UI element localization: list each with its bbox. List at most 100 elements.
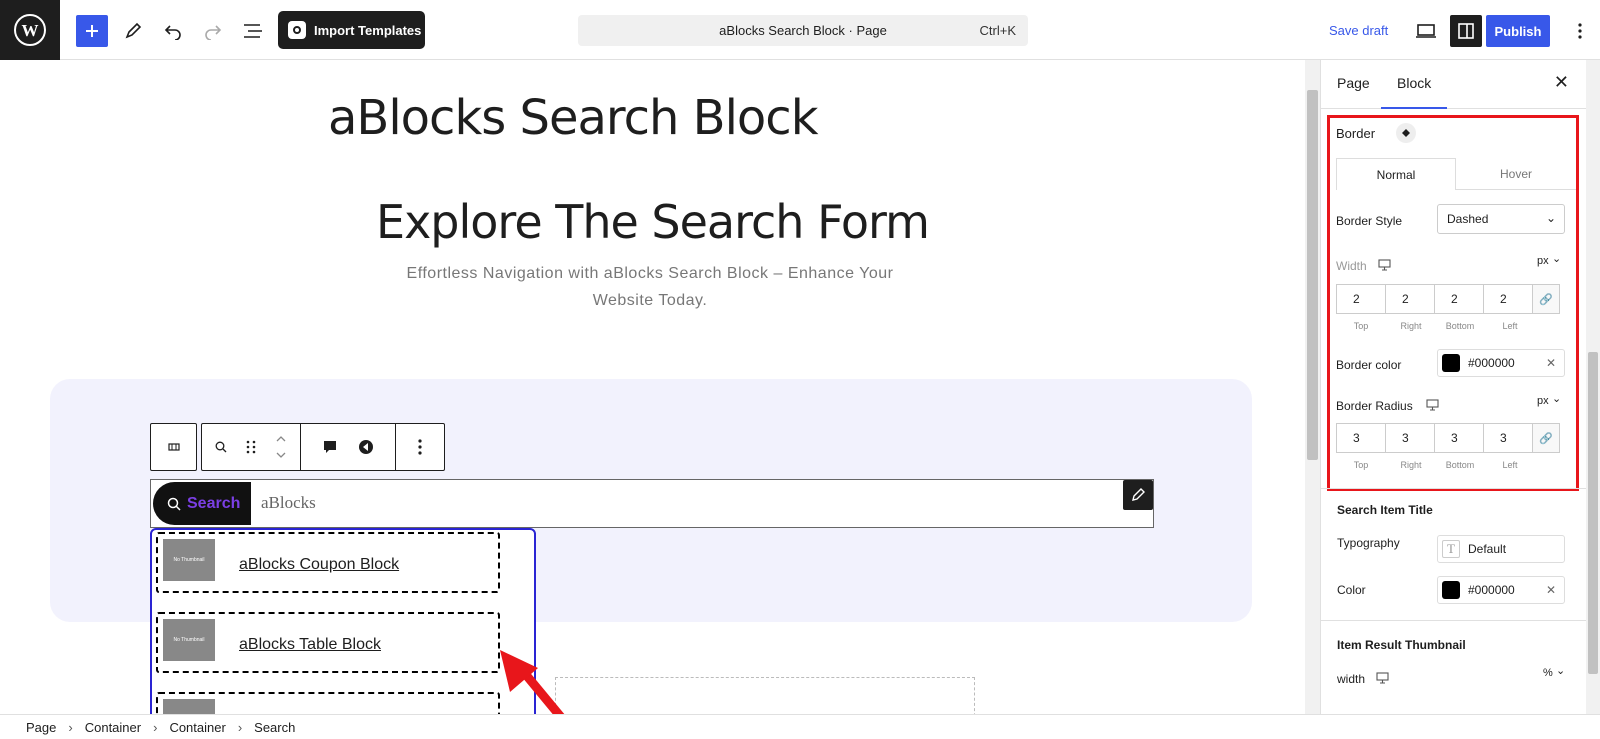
- command-palette-bar[interactable]: aBlocks Search Block · Page Ctrl+K: [578, 15, 1028, 46]
- clear-color-icon[interactable]: ✕: [1546, 583, 1556, 597]
- thumbnail-unit-select[interactable]: %: [1543, 667, 1553, 679]
- link-sides-icon[interactable]: 🔗: [1532, 423, 1560, 453]
- empty-block-placeholder[interactable]: [555, 677, 975, 714]
- search-results-dropdown: No Thumbnail aBlocks Coupon Block No Thu…: [150, 528, 536, 714]
- side-label-top: Top: [1353, 460, 1369, 470]
- color-swatch[interactable]: [1442, 581, 1460, 599]
- undo-icon[interactable]: [157, 15, 189, 47]
- parent-block-selector[interactable]: [150, 423, 197, 471]
- document-overview-icon[interactable]: [237, 15, 269, 47]
- redo-icon[interactable]: [197, 15, 229, 47]
- border-radius-left[interactable]: 3: [1483, 423, 1533, 453]
- search-input[interactable]: aBlocks: [261, 493, 316, 513]
- border-style-label: Border Style: [1336, 214, 1403, 228]
- search-block[interactable]: Search aBlocks: [150, 479, 1154, 528]
- settings-sidebar-icon[interactable]: [1450, 15, 1482, 47]
- more-options-icon[interactable]: [1564, 15, 1596, 47]
- panel-scrollbar[interactable]: [1586, 60, 1600, 714]
- border-radius-bottom[interactable]: 3: [1434, 423, 1484, 453]
- desktop-icon[interactable]: [1426, 399, 1439, 414]
- settings-panel: Page Block ✕ Border Normal Hover Border …: [1320, 60, 1586, 714]
- publish-button[interactable]: Publish: [1486, 15, 1550, 47]
- typography-icon: T: [1442, 540, 1460, 558]
- close-icon[interactable]: ✕: [1554, 72, 1569, 93]
- section-subtext[interactable]: Effortless Navigation with aBlocks Searc…: [400, 260, 900, 314]
- width-unit-select[interactable]: px: [1537, 255, 1549, 267]
- desktop-icon[interactable]: [1378, 259, 1391, 274]
- search-result-item[interactable]: No Thumbnail aBlocks Coupon Block: [156, 532, 500, 593]
- border-width-left[interactable]: 2: [1483, 284, 1533, 314]
- radius-unit-select[interactable]: px: [1537, 395, 1549, 407]
- state-tabs: Normal Hover: [1336, 158, 1576, 190]
- side-label-bottom: Bottom: [1445, 321, 1475, 331]
- thumbnail-width-label: width: [1337, 672, 1366, 686]
- breadcrumb-item[interactable]: Page: [26, 720, 56, 735]
- breadcrumb-item[interactable]: Container: [169, 720, 225, 735]
- comment-icon[interactable]: [315, 432, 345, 462]
- import-templates-button[interactable]: Import Templates: [278, 11, 425, 49]
- edit-pencil-icon[interactable]: [1123, 480, 1153, 510]
- border-radius-top[interactable]: 3: [1336, 423, 1386, 453]
- search-result-item[interactable]: No Thumbnail aBlocks Table Block: [156, 612, 500, 673]
- block-tools-group: [201, 423, 445, 471]
- chevron-right-icon: ›: [153, 719, 158, 735]
- add-block-button[interactable]: [76, 15, 108, 47]
- border-width-bottom[interactable]: 2: [1434, 284, 1484, 314]
- chevron-down-icon[interactable]: ⌄: [1556, 664, 1565, 677]
- chevron-down-icon[interactable]: ⌄: [1552, 252, 1561, 265]
- search-item-title-heading[interactable]: Search Item Title: [1337, 503, 1433, 517]
- border-style-select[interactable]: Dashed ⌄: [1437, 204, 1565, 234]
- desktop-icon[interactable]: [1376, 672, 1389, 687]
- wordpress-logo-icon[interactable]: W: [0, 0, 60, 60]
- border-color-picker[interactable]: #000000 ✕: [1437, 349, 1565, 377]
- search-block-icon[interactable]: [206, 432, 236, 462]
- canvas-scroll-thumb[interactable]: [1307, 90, 1318, 460]
- chevron-down-icon[interactable]: ⌄: [1552, 392, 1561, 405]
- tab-hover[interactable]: Hover: [1456, 158, 1576, 190]
- link-sides-icon[interactable]: 🔗: [1532, 284, 1560, 314]
- import-templates-label: Import Templates: [314, 22, 422, 38]
- border-radius-label: Border Radius: [1336, 399, 1413, 413]
- result-title[interactable]: aBlocks Coupon Block: [239, 556, 399, 574]
- canvas-scrollbar[interactable]: [1305, 60, 1320, 714]
- border-radius-inputs: 3 3 3 3 🔗: [1336, 423, 1560, 453]
- post-title[interactable]: aBlocks Search Block: [328, 90, 818, 146]
- ablocks-icon[interactable]: [351, 432, 381, 462]
- result-title[interactable]: aBlocks Table Block: [239, 636, 381, 654]
- paint-bucket-icon[interactable]: [1396, 123, 1416, 143]
- side-label-left: Left: [1502, 321, 1518, 331]
- clear-color-icon[interactable]: ✕: [1546, 356, 1556, 370]
- search-button-label: Search: [187, 494, 241, 512]
- drag-handle-icon[interactable]: [236, 432, 266, 462]
- title-color-value: #000000: [1468, 583, 1515, 597]
- preview-icon[interactable]: [1410, 15, 1442, 47]
- border-color-value: #000000: [1468, 356, 1515, 370]
- typography-value: Default: [1468, 542, 1507, 556]
- panel-tabs: Page Block ✕: [1321, 60, 1586, 109]
- tab-block[interactable]: Block: [1381, 75, 1448, 109]
- tools-pencil-icon[interactable]: [117, 15, 149, 47]
- border-color-label: Border color: [1336, 358, 1402, 372]
- item-result-thumbnail-heading[interactable]: Item Result Thumbnail: [1337, 638, 1466, 652]
- search-button[interactable]: Search: [153, 482, 251, 525]
- border-width-top[interactable]: 2: [1336, 284, 1386, 314]
- editor-canvas: aBlocks Search Block Explore The Search …: [0, 60, 1305, 714]
- title-color-picker[interactable]: #000000 ✕: [1437, 576, 1565, 604]
- tab-page[interactable]: Page: [1337, 75, 1370, 91]
- color-swatch[interactable]: [1442, 354, 1460, 372]
- breadcrumb-item[interactable]: Container: [85, 720, 141, 735]
- block-options-icon[interactable]: [404, 432, 436, 462]
- tab-normal[interactable]: Normal: [1336, 158, 1456, 190]
- border-style-value: Dashed: [1447, 212, 1489, 226]
- border-width-right[interactable]: 2: [1385, 284, 1435, 314]
- move-up-down-icon[interactable]: [266, 432, 296, 462]
- typography-picker[interactable]: T Default: [1437, 535, 1565, 563]
- document-title: aBlocks Search Block · Page: [719, 23, 887, 38]
- panel-scroll-thumb[interactable]: [1588, 352, 1598, 674]
- title-color-label: Color: [1337, 583, 1366, 597]
- save-draft-button[interactable]: Save draft: [1329, 23, 1388, 38]
- breadcrumb-item[interactable]: Search: [254, 720, 295, 735]
- search-result-item[interactable]: [156, 692, 500, 714]
- section-heading[interactable]: Explore The Search Form: [0, 195, 1305, 249]
- border-radius-right[interactable]: 3: [1385, 423, 1435, 453]
